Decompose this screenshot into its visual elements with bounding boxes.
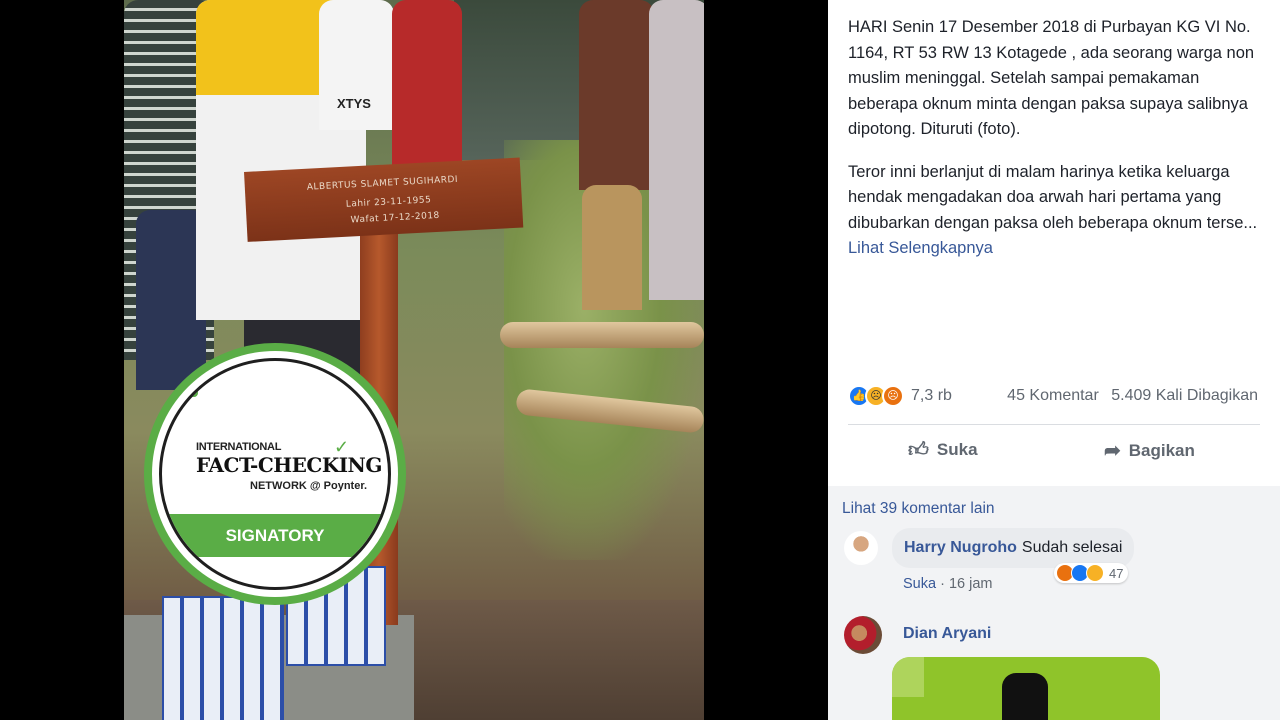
comment-reaction-summary[interactable]: 47 (1054, 563, 1129, 583)
photo-shirt-text: XTYS (337, 96, 371, 111)
photo-person (392, 0, 462, 170)
reaction-count: 7,3 rb (911, 387, 952, 404)
separator-dot: · (940, 576, 949, 592)
comment-author-name[interactable]: Harry Nugroho (904, 539, 1017, 557)
angry-icon: ☹ (882, 385, 904, 407)
comment-bubble: Harry Nugroho Sudah selesai (892, 528, 1135, 568)
comment-time[interactable]: 16 jam (949, 576, 993, 592)
photo-person (582, 185, 642, 310)
photo-person (579, 0, 654, 190)
see-more-link[interactable]: Lihat Selengkapnya (848, 239, 993, 257)
ifcn-line-network: NETWORK @ Poynter. (250, 480, 368, 492)
post-paragraph-text: Teror inni berlanjut di malam harinya ke… (848, 162, 1258, 232)
shares-count-link[interactable]: 5.409 Kali Dibagikan (1111, 387, 1258, 404)
post-body: HARI Senin 17 Desember 2018 di Purbayan … (848, 15, 1268, 279)
comment-reaction-count: 47 (1109, 565, 1124, 581)
ifcn-line-fact-checking: FACT-CHECKING (196, 453, 382, 477)
like-button[interactable]: 👍︎ Suka (908, 438, 978, 462)
wooden-cross-beam: ALBERTUS SLAMET SUGIHARDI Lahir 23-11-19… (244, 157, 524, 242)
sticker-decoration (892, 657, 924, 697)
divider (848, 424, 1260, 425)
share-arrow-icon: ➦ (1104, 440, 1121, 462)
avatar[interactable] (844, 616, 882, 654)
comment-meta: Suka · 16 jam (903, 576, 992, 592)
cross-died-text: Wafat 17-12-2018 (350, 210, 441, 226)
see-more-comments-link[interactable]: Lihat 39 komentar lain (842, 500, 995, 518)
share-button-label: Bagikan (1128, 440, 1195, 460)
post-side-panel: HARI Senin 17 Desember 2018 di Purbayan … (828, 0, 1280, 720)
haha-icon (1086, 564, 1104, 582)
comment-text: Sudah selesai (1021, 539, 1123, 556)
comment-author-name[interactable]: Dian Aryani (903, 625, 991, 643)
comment-sticker-image[interactable] (892, 657, 1160, 720)
avatar[interactable] (844, 531, 878, 565)
photo-person: XTYS (319, 0, 394, 130)
cross-born-text: Lahir 23-11-1955 (345, 195, 432, 210)
like-button-label: Suka (936, 440, 978, 459)
document-icon: ▤ (172, 371, 198, 397)
ifcn-signatory-badge: ▤ INTERNATIONAL ✓ FACT-CHECKING NETWORK … (144, 343, 406, 605)
thumbs-up-icon: 👍︎ (908, 439, 929, 461)
reaction-summary[interactable]: 👍 ☹ ☹ 7,3 rb (848, 385, 952, 407)
cross-name-text: ALBERTUS SLAMET SUGIHARDI (306, 174, 459, 193)
photo-flower-basket (162, 596, 284, 720)
share-button[interactable]: ➦ Bagikan (1104, 438, 1195, 463)
post-stats: 45 Komentar 5.409 Kali Dibagikan (999, 387, 1258, 405)
ifcn-line-international: INTERNATIONAL (196, 441, 282, 453)
sticker-silhouette (1002, 673, 1048, 720)
ifcn-signatory-band: SIGNATORY (162, 514, 388, 557)
photo-bamboo-pole (500, 322, 704, 348)
post-paragraph: HARI Senin 17 Desember 2018 di Purbayan … (848, 18, 1255, 138)
comments-count-link[interactable]: 45 Komentar (1007, 387, 1099, 404)
comment-like-link[interactable]: Suka (903, 576, 936, 592)
post-paragraph: Teror inni berlanjut di malam harinya ke… (848, 160, 1268, 262)
photo-person (649, 0, 704, 300)
ifcn-badge-inner: ▤ INTERNATIONAL ✓ FACT-CHECKING NETWORK … (159, 358, 391, 590)
